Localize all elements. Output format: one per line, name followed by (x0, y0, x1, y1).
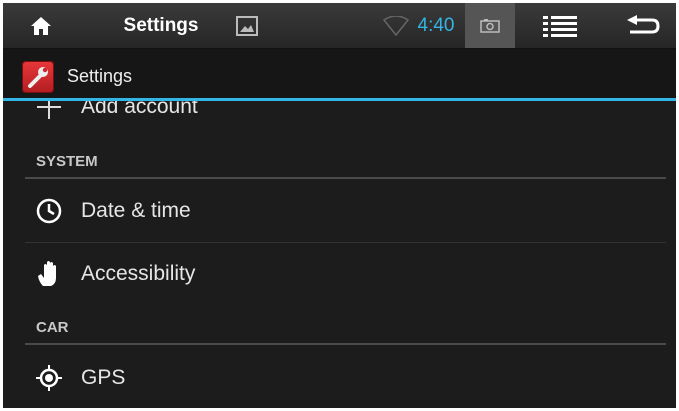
image-icon (236, 15, 258, 36)
settings-list[interactable]: Add account SYSTEM Date & time Accessibi… (3, 101, 676, 408)
section-header-system: SYSTEM (36, 153, 98, 170)
accessibility-label: Accessibility (81, 262, 196, 285)
home-button[interactable] (21, 3, 61, 48)
section-divider (25, 343, 666, 345)
wrench-icon (28, 67, 48, 88)
menu-button[interactable] (535, 3, 585, 48)
page-title: Settings (67, 66, 133, 86)
settings-app-icon[interactable] (22, 61, 54, 93)
gps-icon (35, 364, 63, 392)
date-time-item[interactable]: Date & time (25, 181, 666, 241)
gps-item[interactable]: GPS (25, 347, 666, 408)
add-account-label: Add account (81, 101, 198, 118)
date-time-label: Date & time (81, 199, 191, 222)
add-account-item[interactable]: Add account (25, 101, 666, 125)
gps-label: GPS (81, 366, 126, 389)
plus-icon (35, 101, 63, 121)
status-bar: Settings 4:40 (3, 3, 676, 49)
device-screen: Settings 4:40 Settings Add account SYSTE… (3, 3, 676, 408)
section-header-car: CAR (36, 319, 69, 336)
wifi-indicator (381, 3, 411, 48)
section-divider (25, 177, 666, 179)
hand-icon (35, 260, 63, 288)
back-icon (627, 14, 660, 33)
clock-icon (35, 197, 63, 225)
screenshot-icon (480, 18, 500, 33)
accessibility-item[interactable]: Accessibility (25, 243, 666, 305)
action-bar: Settings (3, 49, 676, 99)
home-icon (31, 16, 51, 35)
menu-icon (543, 15, 577, 37)
screenshot-button[interactable] (465, 3, 515, 48)
statusbar-title: Settings (123, 14, 199, 36)
clock-time: 4:40 (417, 14, 455, 36)
back-button[interactable] (621, 3, 665, 48)
wifi-icon (383, 15, 409, 36)
gallery-button[interactable] (231, 3, 263, 48)
